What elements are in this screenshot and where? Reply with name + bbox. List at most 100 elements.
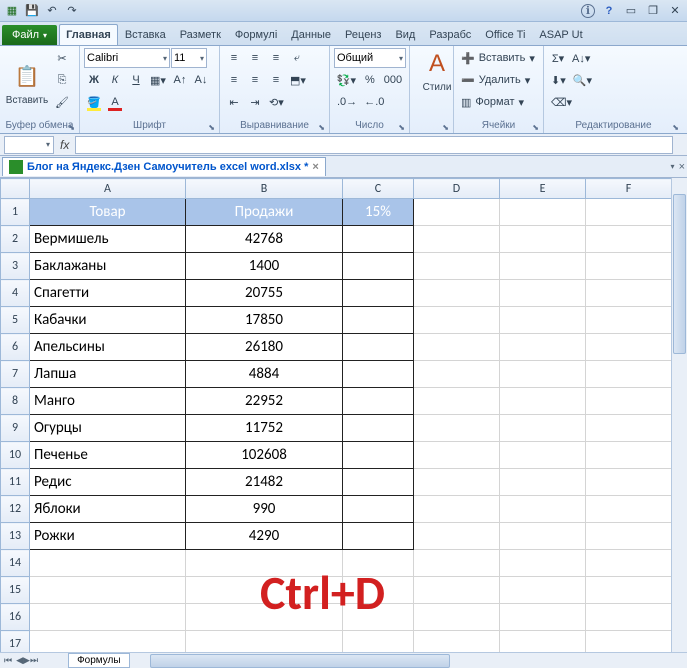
cell[interactable] <box>30 604 186 631</box>
cell[interactable]: Баклажаны <box>30 253 186 280</box>
insert-cells-button[interactable]: ➕Вставить ▾ <box>458 48 539 68</box>
fill-button[interactable]: ⬇▾ <box>548 70 569 90</box>
row-header[interactable]: 17 <box>1 631 30 653</box>
cell[interactable]: 15% <box>343 199 414 226</box>
fill-color-button[interactable]: 🪣 <box>84 92 104 112</box>
cell[interactable] <box>586 388 672 415</box>
cell[interactable] <box>343 442 414 469</box>
cell[interactable] <box>30 577 186 604</box>
cell[interactable] <box>343 469 414 496</box>
cell[interactable]: 20755 <box>186 280 343 307</box>
row-header[interactable]: 6 <box>1 334 30 361</box>
col-header-c[interactable]: C <box>343 179 414 199</box>
cell[interactable] <box>500 280 586 307</box>
cell[interactable] <box>586 226 672 253</box>
italic-button[interactable]: К <box>105 70 125 90</box>
row-header[interactable]: 12 <box>1 496 30 523</box>
cell[interactable]: Рожки <box>30 523 186 550</box>
number-format-combo[interactable]: Общий <box>334 48 406 68</box>
cell[interactable]: 22952 <box>186 388 343 415</box>
cell[interactable] <box>343 253 414 280</box>
sheet-nav-last-icon[interactable]: ⏭ <box>30 655 38 666</box>
align-right-button[interactable]: ≡ <box>266 70 286 90</box>
underline-button[interactable]: Ч <box>126 70 146 90</box>
cell[interactable] <box>414 577 500 604</box>
tab-data[interactable]: Данные <box>284 24 338 45</box>
cell[interactable]: Вермишель <box>30 226 186 253</box>
percent-button[interactable]: % <box>360 70 380 90</box>
sheet-nav-next-icon[interactable]: ▶ <box>23 655 30 666</box>
cell[interactable] <box>343 631 414 653</box>
cell[interactable] <box>414 388 500 415</box>
cell[interactable]: 42768 <box>186 226 343 253</box>
cell[interactable] <box>30 550 186 577</box>
cell[interactable] <box>500 604 586 631</box>
cell[interactable] <box>500 523 586 550</box>
decrease-decimal-button[interactable]: ←.0 <box>361 92 387 112</box>
minimize-ribbon-icon[interactable]: ▭ <box>623 3 639 19</box>
cell[interactable] <box>586 415 672 442</box>
row-header[interactable]: 2 <box>1 226 30 253</box>
cell[interactable] <box>343 496 414 523</box>
save-icon[interactable]: 💾 <box>24 3 40 19</box>
row-header[interactable]: 15 <box>1 577 30 604</box>
row-header[interactable]: 1 <box>1 199 30 226</box>
select-all-corner[interactable] <box>1 179 30 199</box>
copy-button[interactable]: ⎘ <box>52 70 72 90</box>
undo-icon[interactable]: ↶ <box>44 3 60 19</box>
format-painter-button[interactable]: 🖌 <box>52 92 72 112</box>
row-header[interactable]: 5 <box>1 307 30 334</box>
format-cells-button[interactable]: ▥Формат ▾ <box>458 92 539 112</box>
cell[interactable]: 990 <box>186 496 343 523</box>
tab-developer[interactable]: Разрабс <box>422 24 478 45</box>
cell[interactable]: Лапша <box>30 361 186 388</box>
currency-button[interactable]: 💱▾ <box>334 70 359 90</box>
cell[interactable] <box>186 631 343 653</box>
cell[interactable] <box>343 415 414 442</box>
align-center-button[interactable]: ≡ <box>245 70 265 90</box>
row-header[interactable]: 9 <box>1 415 30 442</box>
dropdown-icon[interactable]: ▾ <box>671 162 675 171</box>
cell[interactable] <box>186 604 343 631</box>
align-middle-button[interactable]: ≡ <box>245 48 265 68</box>
comma-button[interactable]: 000 <box>381 70 405 90</box>
cell[interactable]: Редис <box>30 469 186 496</box>
tab-review[interactable]: Реценз <box>338 24 388 45</box>
tab-formulas[interactable]: Формулі <box>228 24 284 45</box>
cell[interactable] <box>586 334 672 361</box>
bold-button[interactable]: Ж <box>84 70 104 90</box>
align-bottom-button[interactable]: ≡ <box>266 48 286 68</box>
col-header-f[interactable]: F <box>586 179 672 199</box>
name-box[interactable] <box>4 136 54 154</box>
tab-view[interactable]: Вид <box>388 24 422 45</box>
tab-insert[interactable]: Вставка <box>118 24 173 45</box>
cell[interactable]: Товар <box>30 199 186 226</box>
cell[interactable] <box>500 550 586 577</box>
cells-table[interactable]: A B C D E F 1 Товар Продажи 15% 2Вермише… <box>0 178 672 652</box>
cell[interactable] <box>414 631 500 653</box>
cell[interactable] <box>586 631 672 653</box>
col-header-a[interactable]: A <box>30 179 186 199</box>
cell[interactable] <box>343 307 414 334</box>
horizontal-scrollbar[interactable] <box>150 654 687 668</box>
cell[interactable] <box>586 496 672 523</box>
cell[interactable] <box>343 226 414 253</box>
cell[interactable]: Печенье <box>30 442 186 469</box>
cell[interactable] <box>500 388 586 415</box>
cell[interactable]: Кабачки <box>30 307 186 334</box>
cell[interactable]: Яблоки <box>30 496 186 523</box>
cell[interactable]: 4884 <box>186 361 343 388</box>
cell[interactable] <box>500 226 586 253</box>
cell[interactable] <box>343 604 414 631</box>
align-left-button[interactable]: ≡ <box>224 70 244 90</box>
cell[interactable]: 102608 <box>186 442 343 469</box>
row-header[interactable]: 4 <box>1 280 30 307</box>
scroll-thumb[interactable] <box>673 194 686 354</box>
cell[interactable] <box>343 577 414 604</box>
cell[interactable] <box>414 469 500 496</box>
cell[interactable]: 26180 <box>186 334 343 361</box>
cell[interactable] <box>586 307 672 334</box>
row-header[interactable]: 10 <box>1 442 30 469</box>
cell[interactable]: Спагетти <box>30 280 186 307</box>
cell[interactable] <box>586 442 672 469</box>
